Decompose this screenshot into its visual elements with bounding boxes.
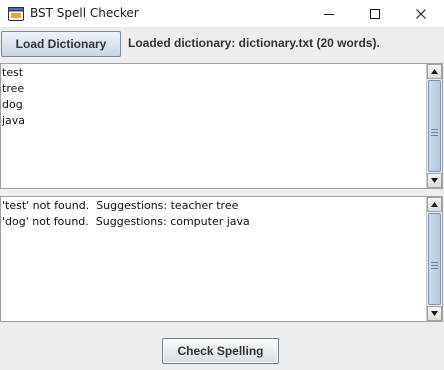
title-bar: BST Spell Checker [0, 0, 444, 28]
results-scrollbar[interactable] [426, 197, 442, 321]
scroll-up-button[interactable] [427, 64, 442, 79]
scroll-thumb[interactable] [428, 213, 441, 305]
scroll-up-button[interactable] [427, 197, 442, 212]
result-line: 'test' not found. Suggestions: teacher t… [2, 199, 239, 212]
input-line: test [2, 66, 24, 79]
input-text-area[interactable]: test tree dog java [0, 63, 443, 189]
maximize-button[interactable] [352, 0, 398, 28]
thumb-grip [431, 129, 438, 130]
close-icon [416, 9, 426, 19]
status-label: Loaded dictionary: dictionary.txt (20 wo… [128, 36, 380, 50]
arrow-down-icon [431, 178, 438, 183]
toolbar: Load Dictionary Loaded dictionary: dicti… [0, 28, 444, 62]
java-app-icon [8, 7, 24, 21]
minimize-icon [324, 14, 334, 15]
arrow-up-icon [431, 69, 438, 74]
thumb-grip [431, 132, 438, 133]
maximize-icon [370, 9, 380, 19]
minimize-button[interactable] [306, 0, 352, 28]
input-line: dog [2, 98, 23, 111]
thumb-grip [431, 262, 438, 263]
result-line: 'dog' not found. Suggestions: computer j… [2, 215, 250, 228]
scroll-down-button[interactable] [427, 173, 442, 188]
thumb-grip [431, 268, 438, 269]
thumb-grip [431, 265, 438, 266]
arrow-down-icon [431, 311, 438, 316]
arrow-up-icon [431, 202, 438, 207]
check-spelling-button[interactable]: Check Spelling [162, 338, 279, 364]
input-line: java [2, 114, 26, 127]
scroll-down-button[interactable] [427, 306, 442, 321]
results-text-area[interactable]: 'test' not found. Suggestions: teacher t… [0, 196, 443, 322]
input-line: tree [2, 82, 25, 95]
thumb-grip [431, 135, 438, 136]
window-title: BST Spell Checker [30, 6, 139, 20]
result-lines[interactable]: 'test' not found. Suggestions: teacher t… [2, 198, 425, 320]
load-dictionary-button[interactable]: Load Dictionary [1, 31, 121, 57]
scroll-thumb[interactable] [428, 80, 441, 172]
input-scrollbar[interactable] [426, 64, 442, 188]
close-button[interactable] [398, 0, 444, 28]
input-lines[interactable]: test tree dog java [2, 65, 425, 187]
